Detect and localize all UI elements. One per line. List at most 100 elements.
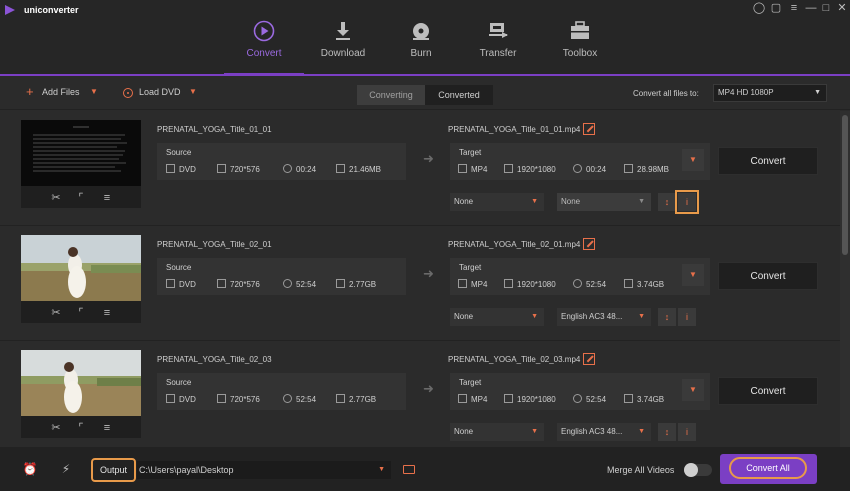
target-settings-dropdown[interactable]: ▼ [682,264,704,286]
crop-icon[interactable]: ⌜ [74,191,88,205]
target-size: 3.74GB [637,395,665,404]
transfer-icon [489,23,508,38]
add-files-dropdown-icon[interactable]: ▼ [90,87,98,96]
tab-download[interactable]: Download [303,18,383,76]
target-file-name: PRENATAL_YOGA_Title_02_01.mp4 [448,240,581,249]
resolution-icon [217,394,226,403]
edit-icon[interactable] [583,238,595,250]
add-files-button[interactable]: + Add Files ▼ [26,84,100,101]
convert-button[interactable]: Convert [718,262,818,290]
output-format-select[interactable]: MP4 HD 1080P ▼ [713,84,827,102]
tab-transfer[interactable]: Transfer [458,18,538,76]
convert-all-label: Convert All [729,457,807,479]
thumbnail-tools: ✂ ⌜ ≡ [21,303,141,323]
subtitle-select[interactable]: None ▼ [450,308,544,326]
scrollbar-thumb[interactable] [842,115,848,255]
source-duration: 52:54 [296,395,317,404]
video-thumbnail[interactable] [21,235,141,301]
target-size: 28.98MB [637,165,670,174]
thumbnail-panel: ✂ ⌜ ≡ [21,120,141,208]
scrollbar[interactable] [840,111,850,447]
target-info: Target MP4 1920*1080 00:24 28.98MB [450,143,710,180]
effects-icon[interactable]: ≡ [100,421,114,435]
account-icon[interactable]: ◯ [751,1,767,15]
duration-icon [283,279,292,288]
video-thumbnail[interactable] [21,120,141,186]
open-folder-icon[interactable] [403,465,415,474]
source-resolution: 720*576 [230,395,260,404]
target-duration: 00:24 [586,165,607,174]
target-settings-dropdown[interactable]: ▼ [682,379,704,401]
top-bar: uniconverter ◯ ▢ ≡ — □ ✕ Convert Downloa… [0,0,850,76]
plus-icon: + [26,84,34,99]
target-title: Target [459,378,482,387]
merge-all-videos-toggle[interactable] [684,463,712,477]
output-button[interactable]: Output [91,458,136,482]
tab-converting[interactable]: Converting [357,85,425,105]
thumbnail-panel: ✂ ⌜ ≡ [21,350,141,438]
convert-button[interactable]: Convert [718,377,818,405]
crop-icon[interactable]: ⌜ [74,421,88,435]
menu-icon[interactable]: ≡ [786,1,802,15]
source-title: Source [166,378,192,387]
maximize-icon[interactable]: □ [818,1,834,15]
convert-button[interactable]: Convert [718,147,818,175]
subtitle-select[interactable]: None ▼ [450,423,544,441]
duration-icon [573,279,582,288]
format-icon [166,279,175,288]
target-format: MP4 [471,395,488,404]
audio-track-select[interactable]: English AC3 48... ▼ [557,308,651,326]
audio-track-select[interactable]: English AC3 48... ▼ [557,423,651,441]
load-dvd-dropdown-icon[interactable]: ▼ [189,87,197,96]
burn-icon [413,23,429,40]
effects-icon[interactable]: ≡ [100,306,114,320]
edit-icon[interactable] [583,353,595,365]
effects-icon[interactable]: ≡ [100,191,114,205]
trim-icon[interactable]: ✂ [49,421,63,435]
tab-convert-label: Convert [246,48,282,59]
tab-converted[interactable]: Converted [425,85,493,105]
convert-icon [253,20,275,42]
alarm-clock-icon[interactable]: ⏰ [22,461,38,477]
info-icon[interactable]: i [678,308,696,326]
thumbnail-tools: ✂ ⌜ ≡ [21,188,141,208]
target-format: MP4 [471,165,488,174]
chevron-down-icon: ▼ [531,198,538,205]
crop-icon[interactable]: ⌜ [74,306,88,320]
subtitle-select[interactable]: None ▼ [450,193,544,211]
tab-toolbox[interactable]: Toolbox [540,18,620,76]
file-row: ✂ ⌜ ≡ PRENATAL_YOGA_Title_02_03 Source D… [0,341,840,447]
output-path-field[interactable]: C:\Users\payal\Desktop ▼ [137,461,391,479]
tab-burn-label: Burn [410,48,432,59]
duration-icon [573,394,582,403]
info-icon[interactable]: i [678,423,696,441]
trim-icon[interactable]: ✂ [49,306,63,320]
audio-track-select[interactable]: None ▼ [557,193,651,211]
minimize-icon[interactable]: — [803,1,819,15]
trim-icon[interactable]: ✂ [49,191,63,205]
tab-burn[interactable]: Burn [381,18,461,76]
edit-icon[interactable] [583,123,595,135]
merge-subtitle-icon[interactable]: ↕ [658,193,676,211]
load-dvd-button[interactable]: Load DVD ▼ [123,87,199,101]
target-info: Target MP4 1920*1080 52:54 3.74GB [450,258,710,295]
audio-track-value: English AC3 48... [561,427,623,436]
info-icon[interactable]: i [675,190,699,214]
subtitle-value: None [454,427,474,436]
audio-track-value: None [561,197,581,206]
target-size: 3.74GB [637,280,665,289]
target-resolution: 1920*1080 [517,165,556,174]
output-format-value: MP4 HD 1080P [718,88,774,97]
source-title: Source [166,263,192,272]
lightning-icon[interactable]: ⚡ [58,461,74,477]
close-icon[interactable]: ✕ [834,1,850,15]
tab-convert[interactable]: Convert [224,18,304,76]
chevron-down-icon: ▼ [378,466,385,473]
video-thumbnail[interactable] [21,350,141,416]
message-icon[interactable]: ▢ [768,1,784,15]
folder-icon [336,164,345,173]
target-settings-dropdown[interactable]: ▼ [682,149,704,171]
merge-subtitle-icon[interactable]: ↕ [658,308,676,326]
convert-all-button[interactable]: Convert All [720,454,817,484]
merge-subtitle-icon[interactable]: ↕ [658,423,676,441]
